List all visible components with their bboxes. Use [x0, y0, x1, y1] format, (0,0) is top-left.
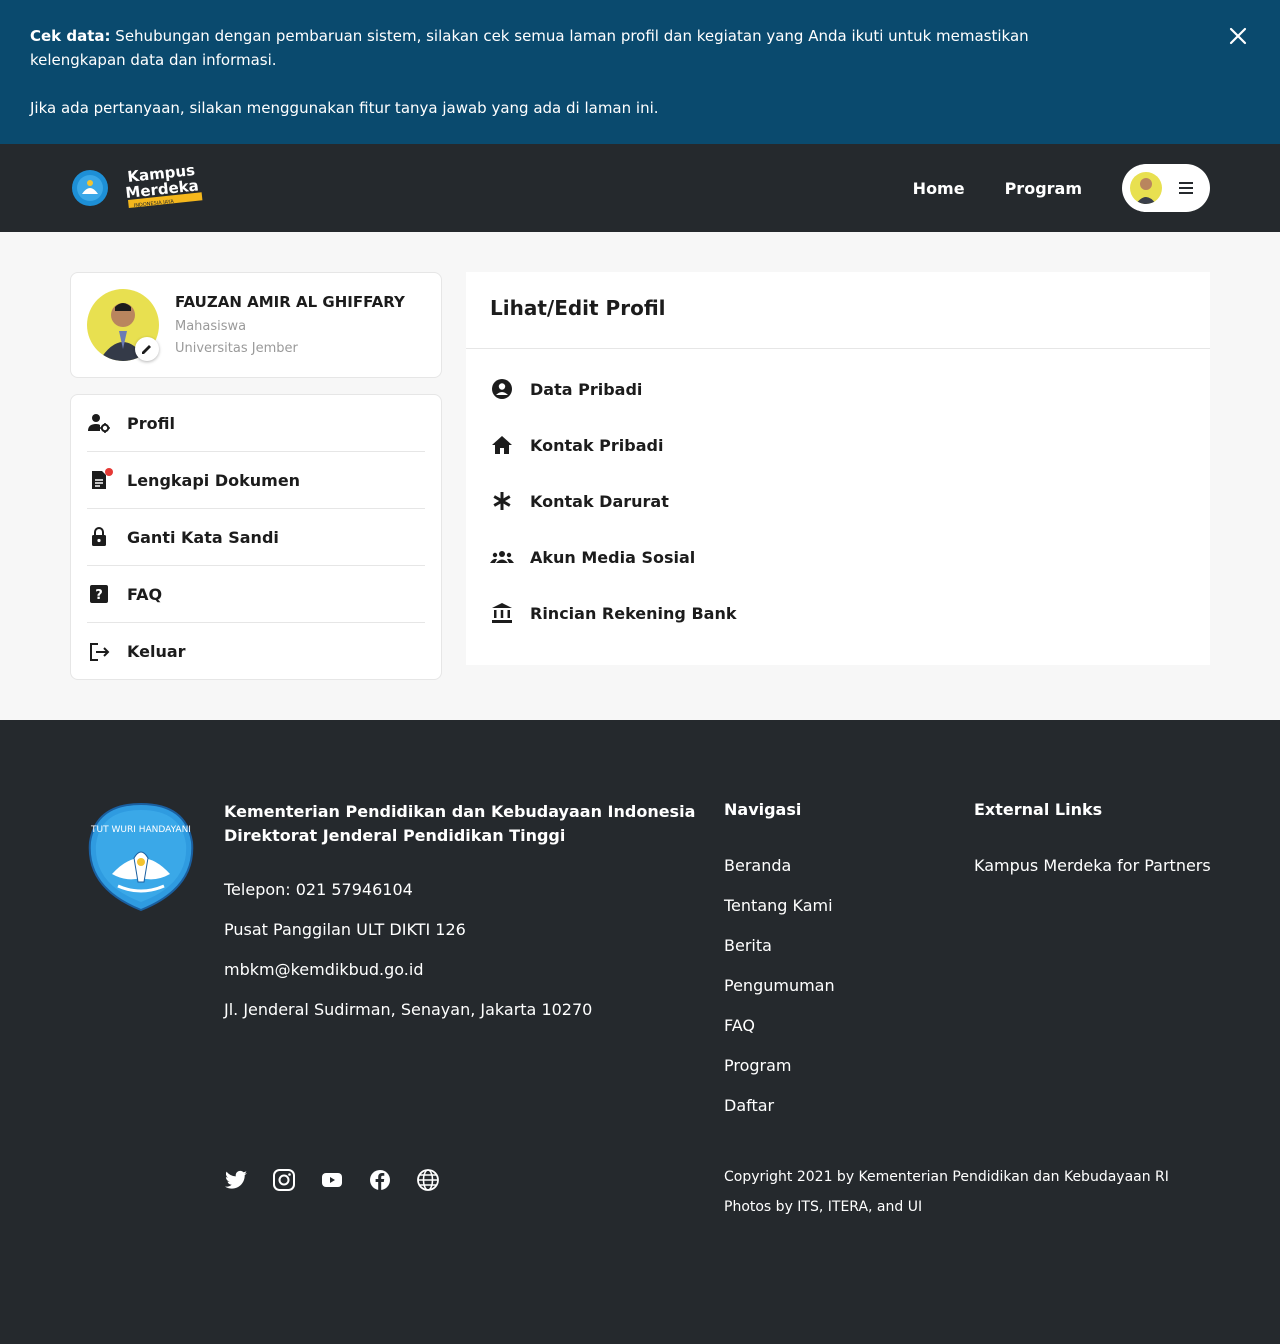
footer-address: Jl. Jenderal Sudirman, Senayan, Jakarta … [224, 1000, 593, 1019]
footer-copyright: Copyright 2021 by Kementerian Pendidikan… [724, 1162, 1169, 1222]
home-icon [490, 433, 514, 457]
svg-text:?: ? [95, 588, 103, 603]
globe-icon[interactable] [416, 1168, 440, 1192]
sidebar-item-profil[interactable]: Profil [87, 395, 425, 452]
footer-link-berita[interactable]: Berita [724, 936, 835, 976]
footer-org-line: Kementerian Pendidikan dan Kebudayaan In… [224, 802, 696, 821]
footer-link-daftar[interactable]: Daftar [724, 1096, 835, 1136]
profile-university: Universitas Jember [175, 341, 298, 356]
copyright-text: Copyright 2021 by Kementerian Pendidikan… [724, 1169, 1169, 1185]
panel-title: Lihat/Edit Profil [466, 272, 1210, 349]
edit-avatar-button[interactable] [135, 337, 159, 361]
bank-icon [490, 601, 514, 625]
group-icon [490, 545, 514, 569]
profile-role: Mahasiswa [175, 319, 247, 334]
footer-link-partners[interactable]: Kampus Merdeka for Partners [974, 856, 1211, 875]
profile-name: FAUZAN AMIR AL GHIFFARY [175, 293, 405, 311]
banner-message: Sehubungan dengan pembaruan sistem, sila… [30, 27, 1029, 69]
banner-text: Cek data: Sehubungan dengan pembaruan si… [30, 24, 1030, 120]
footer-email: mbkm@kemdikbud.go.id [224, 960, 424, 979]
footer-external-title: External Links [974, 800, 1103, 819]
sidebar-item-keluar[interactable]: Keluar [87, 623, 425, 680]
photos-credit: Photos by ITS, ITERA, and UI [724, 1199, 923, 1215]
youtube-icon[interactable] [320, 1168, 344, 1192]
logout-icon [87, 640, 111, 664]
sidebar-item-lengkapi-dokumen[interactable]: Lengkapi Dokumen [87, 452, 425, 509]
footer: TUT WURI HANDAYANI Kementerian Pendidika… [0, 720, 1280, 1344]
lock-icon [87, 525, 111, 549]
sidebar-menu: Profil Lengkapi Dokumen Ganti Kata Sandi… [70, 394, 442, 680]
kontak-pribadi-link[interactable]: Kontak Pribadi [466, 417, 1210, 473]
sidebar-item-label: Ganti Kata Sandi [127, 527, 279, 547]
footer-nav-title: Navigasi [724, 800, 802, 819]
kontak-darurat-link[interactable]: Kontak Darurat [466, 473, 1210, 529]
help-icon: ? [87, 582, 111, 606]
nav-program-link[interactable]: Program [1005, 179, 1082, 198]
rincian-rekening-bank-link[interactable]: Rincian Rekening Bank [466, 585, 1210, 641]
document-icon [87, 468, 113, 492]
kemdikbud-seal-icon [70, 168, 110, 208]
main-content: FAUZAN AMIR AL GHIFFARY Mahasiswa Univer… [0, 232, 1280, 720]
sidebar-item-label: Profil [127, 413, 175, 433]
sidebar-item-label: FAQ [127, 584, 163, 604]
main-nav: Home Program [913, 164, 1210, 212]
akun-media-sosial-link[interactable]: Akun Media Sosial [466, 529, 1210, 585]
avatar [1130, 172, 1162, 204]
twitter-icon[interactable] [224, 1168, 248, 1192]
footer-link-pengumuman[interactable]: Pengumuman [724, 976, 835, 1016]
instagram-icon[interactable] [272, 1168, 296, 1192]
footer-link-program[interactable]: Program [724, 1056, 835, 1096]
svg-text:TUT WURI HANDAYANI: TUT WURI HANDAYANI [90, 825, 191, 835]
footer-contact: Telepon: 021 57946104 Pusat Panggilan UL… [224, 880, 592, 1040]
footer-link-tentang-kami[interactable]: Tentang Kami [724, 896, 835, 936]
footer-organization: Kementerian Pendidikan dan Kebudayaan In… [224, 800, 695, 848]
logo[interactable]: Kampus Merdeka INDONESIA JAYA [70, 161, 204, 210]
sidebar-item-ganti-kata-sandi[interactable]: Ganti Kata Sandi [87, 509, 425, 566]
banner-title: Cek data: [30, 27, 111, 45]
footer-nav: Beranda Tentang Kami Berita Pengumuman F… [724, 856, 835, 1136]
facebook-icon[interactable] [368, 1168, 392, 1192]
close-icon[interactable] [1228, 26, 1248, 46]
sidebar-item-label: Lengkapi Dokumen [127, 470, 301, 490]
profile-panel: Lihat/Edit Profil Data Pribadi Kontak Pr… [466, 272, 1210, 665]
profile-section-list: Data Pribadi Kontak Pribadi Kontak Darur… [466, 349, 1210, 641]
footer-call-center: Pusat Panggilan ULT DIKTI 126 [224, 920, 466, 939]
footer-link-faq[interactable]: FAQ [724, 1016, 835, 1056]
sidebar-item-faq[interactable]: ? FAQ [87, 566, 425, 623]
hamburger-icon [1174, 176, 1198, 200]
footer-org-line: Direktorat Jenderal Pendidikan Tinggi [224, 826, 566, 845]
notification-dot [105, 468, 113, 476]
top-navbar: Kampus Merdeka INDONESIA JAYA Home Progr… [0, 144, 1280, 232]
user-menu-button[interactable] [1122, 164, 1210, 212]
panel-item-label: Kontak Darurat [530, 491, 669, 511]
kemdikbud-seal-logo: TUT WURI HANDAYANI [86, 802, 196, 912]
footer-phone: Telepon: 021 57946104 [224, 880, 413, 899]
sidebar-item-label: Keluar [127, 642, 186, 661]
info-banner: Cek data: Sehubungan dengan pembaruan si… [0, 0, 1280, 144]
social-links [224, 1168, 440, 1192]
profile-card: FAUZAN AMIR AL GHIFFARY Mahasiswa Univer… [70, 272, 442, 378]
account-circle-icon [490, 377, 514, 401]
panel-item-label: Kontak Pribadi [530, 435, 664, 455]
data-pribadi-link[interactable]: Data Pribadi [466, 361, 1210, 417]
panel-item-label: Akun Media Sosial [530, 547, 696, 567]
panel-item-label: Data Pribadi [530, 379, 643, 399]
pencil-icon [142, 345, 151, 354]
panel-item-label: Rincian Rekening Bank [530, 603, 737, 623]
kampus-merdeka-logo: Kampus Merdeka INDONESIA JAYA [125, 161, 204, 210]
footer-link-beranda[interactable]: Beranda [724, 856, 835, 896]
nav-home-link[interactable]: Home [913, 179, 965, 198]
user-settings-icon [87, 411, 111, 435]
asterisk-icon [490, 489, 514, 513]
banner-message-2: Jika ada pertanyaan, silakan menggunakan… [30, 99, 659, 117]
